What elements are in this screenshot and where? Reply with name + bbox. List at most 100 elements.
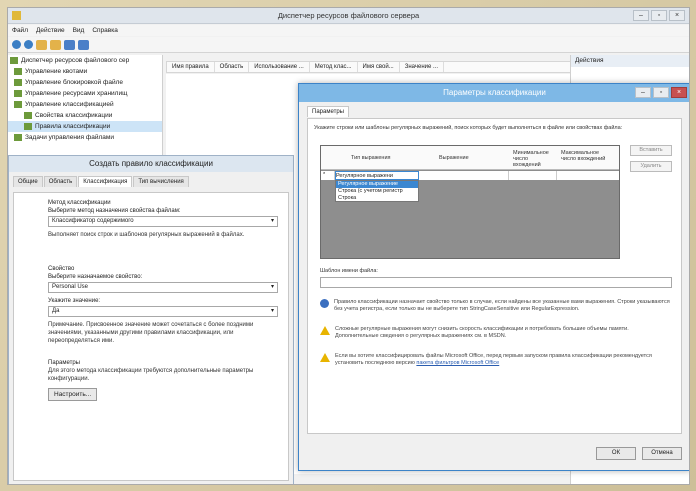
tree-item-rules[interactable]: Правила классификации: [8, 121, 162, 132]
tab-scope[interactable]: Область: [43, 176, 78, 187]
column-usage[interactable]: Использование ...: [249, 62, 310, 72]
rules-icon: [24, 123, 32, 130]
params-instruction: Укажите строки или шаблоны регулярных вы…: [314, 125, 623, 131]
configure-button[interactable]: Настроить...: [48, 388, 98, 401]
window-title: Диспетчер ресурсов файлового сервера: [277, 11, 420, 20]
value-note: Примечание. Присвоенное значение может с…: [48, 322, 254, 344]
screening-icon: [14, 79, 22, 86]
tasks-icon: [14, 134, 22, 141]
toolbar: [8, 37, 689, 53]
menu-help[interactable]: Справка: [92, 25, 118, 36]
office-filter-link[interactable]: пакета фильтров Microsoft Office: [416, 360, 499, 366]
expression-type-dropdown: Регулярное выражение Строка (с учетом ре…: [335, 180, 419, 202]
tab-general[interactable]: Общие: [13, 176, 43, 187]
column-scope[interactable]: Область: [215, 62, 250, 72]
chevron-down-icon: ▾: [270, 284, 274, 290]
maximize-button[interactable]: ▫: [651, 10, 667, 21]
method-select[interactable]: Классификатор содержимого ▾: [48, 216, 278, 227]
grid-header: Тип выражения Выражение Минимальное числ…: [321, 146, 619, 170]
classification-params-dialog: Параметры классификации – ▫ × Параметры …: [298, 83, 689, 471]
property-select[interactable]: Personal Use ▾: [48, 282, 278, 293]
menu-view[interactable]: Вид: [73, 25, 85, 36]
chevron-down-icon: ▾: [270, 218, 274, 224]
expression-cell[interactable]: [419, 171, 509, 180]
tab-parameters[interactable]: Параметры: [307, 106, 349, 117]
warning-icon: [320, 353, 330, 362]
reports-icon: [14, 90, 22, 97]
grid-col-type: Тип выражения: [351, 155, 391, 161]
info-icon: [320, 299, 329, 308]
value-hint: Укажите значение:: [48, 298, 101, 304]
classification-panel: Метод классификации Выберите метод назна…: [13, 192, 289, 481]
actions-header: Действия: [571, 55, 689, 67]
delete-button[interactable]: Удалить: [630, 161, 672, 172]
tab-evaluation-type[interactable]: Тип вычисления: [133, 176, 189, 187]
cancel-button[interactable]: Отмена: [642, 447, 682, 460]
row-marker: *: [323, 171, 335, 180]
grid-row[interactable]: * Регулярное выражени: [321, 171, 619, 180]
dropdown-option-case-string[interactable]: Строка (с учетом регистр: [336, 188, 418, 195]
params-dialog-title: Параметры классификации: [299, 84, 689, 102]
menu-file[interactable]: Файл: [12, 25, 28, 36]
params-description: Для этого метода классификации требуются…: [48, 368, 254, 382]
quota-icon: [14, 68, 22, 75]
expressions-grid[interactable]: Тип выражения Выражение Минимальное числ…: [320, 145, 620, 259]
warning-icon: [320, 326, 330, 335]
forward-icon[interactable]: [24, 40, 33, 49]
params-close-button[interactable]: ×: [671, 87, 687, 98]
max-cell[interactable]: [557, 171, 619, 180]
params-maximize-button[interactable]: ▫: [653, 87, 669, 98]
params-tabs: Параметры: [299, 102, 689, 117]
close-button[interactable]: ×: [669, 10, 685, 21]
tree-item-properties[interactable]: Свойства классификации: [8, 110, 162, 121]
navigation-tree: Диспетчер ресурсов файлового сер Управле…: [8, 55, 163, 160]
expression-type-cell[interactable]: Регулярное выражени: [335, 171, 419, 180]
minimize-button[interactable]: –: [633, 10, 649, 21]
grid-col-expression: Выражение: [439, 155, 469, 161]
property-icon: [24, 112, 32, 119]
property-hint: Выберите назначаемое свойство:: [48, 274, 143, 280]
filename-pattern-input[interactable]: [320, 277, 672, 288]
tree-item-screening[interactable]: Управление блокировкой файле: [8, 77, 162, 88]
column-value[interactable]: Значение ...: [400, 62, 444, 72]
template-label: Шаблон имени файла:: [320, 268, 378, 274]
back-icon[interactable]: [12, 40, 21, 49]
ok-button[interactable]: ОК: [596, 447, 636, 460]
tree-item-reports[interactable]: Управление ресурсами хранилищ: [8, 88, 162, 99]
console-icon[interactable]: [78, 40, 89, 50]
column-rule-name[interactable]: Имя правила: [167, 62, 215, 72]
rule-tabs: Общие Область Классификация Тип вычислен…: [9, 172, 293, 187]
classification-icon: [14, 101, 22, 108]
value-select[interactable]: Да ▾: [48, 306, 278, 317]
properties-icon[interactable]: [50, 40, 61, 50]
tab-classification[interactable]: Классификация: [78, 176, 133, 187]
title-bar: Диспетчер ресурсов файлового сервера – ▫…: [8, 8, 689, 24]
params-label: Параметры: [48, 360, 80, 366]
grid-col-max: Максимальное число вхождений: [561, 150, 606, 162]
tree-item-root[interactable]: Диспетчер ресурсов файлового сер: [8, 55, 162, 66]
tree-item-tasks[interactable]: Задачи управления файлами: [8, 132, 162, 143]
tree-item-classification[interactable]: Управление классификацией: [8, 99, 162, 110]
method-label: Метод классификации: [48, 200, 111, 206]
tree-item-quotas[interactable]: Управление квотами: [8, 66, 162, 77]
dropdown-option-regex[interactable]: Регулярное выражение: [336, 181, 418, 188]
dropdown-option-string[interactable]: Строка: [336, 195, 418, 202]
column-property-name[interactable]: Имя свой...: [358, 62, 400, 72]
folder-icon[interactable]: [36, 40, 47, 50]
min-cell[interactable]: [509, 171, 557, 180]
server-icon: [10, 57, 18, 64]
help-icon[interactable]: [64, 40, 75, 50]
property-label: Свойство: [48, 266, 75, 272]
column-method[interactable]: Метод клас...: [310, 62, 358, 72]
info-note: Правило классификации назначает свойство…: [320, 299, 672, 313]
warning-note-office: Если вы хотите классифицировать файлы Mi…: [320, 353, 672, 367]
create-rule-title: Создать правило классификации: [9, 156, 293, 172]
menu-action[interactable]: Действие: [36, 25, 65, 36]
app-window: Диспетчер ресурсов файлового сервера – ▫…: [7, 7, 690, 485]
create-rule-dialog: Создать правило классификации Общие Обла…: [8, 155, 294, 484]
method-hint: Выберите метод назначения свойства файла…: [48, 208, 181, 214]
insert-button[interactable]: Вставить: [630, 145, 672, 156]
warning-note-regex: Сложные регулярные выражения могут снизи…: [320, 326, 672, 340]
params-minimize-button[interactable]: –: [635, 87, 651, 98]
chevron-down-icon: ▾: [270, 308, 274, 314]
